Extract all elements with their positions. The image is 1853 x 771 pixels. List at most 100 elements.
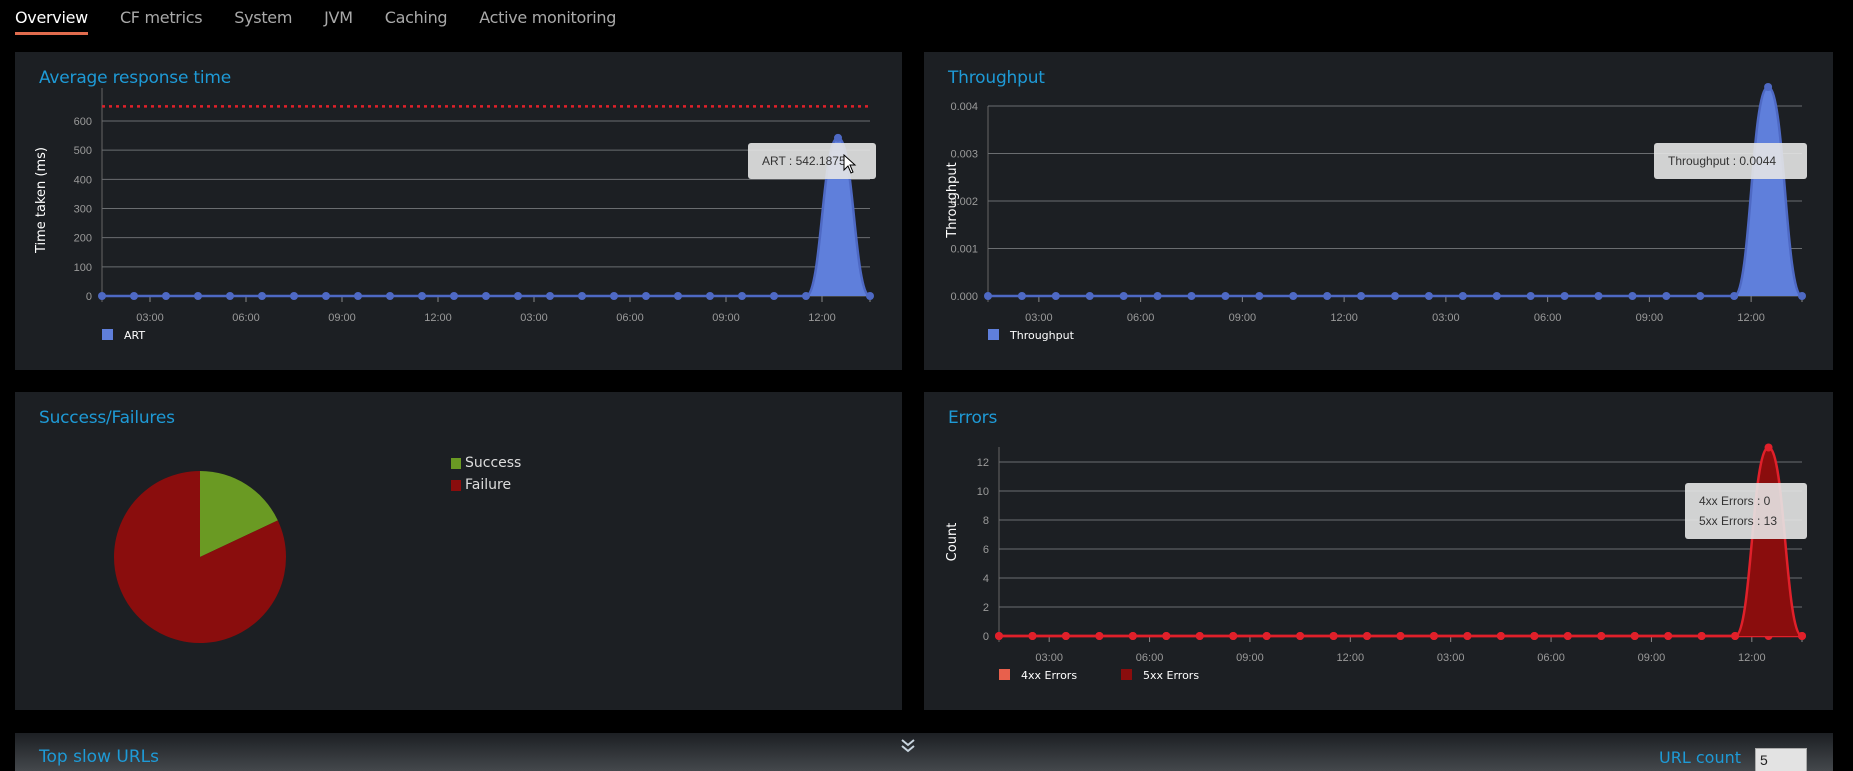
legend-label-success: Success xyxy=(465,455,522,471)
throughput-point xyxy=(1153,292,1162,300)
throughput-point xyxy=(1391,292,1399,300)
x-tick-label: 09:00 xyxy=(328,312,356,324)
art-point xyxy=(738,292,746,300)
legend-label-throughput: Throughput xyxy=(1009,329,1075,342)
5xx-errors-point xyxy=(1563,632,1572,640)
art-point xyxy=(258,292,266,300)
legend-label-4xx-errors: 4xx Errors xyxy=(1021,669,1077,682)
5xx-errors-point xyxy=(1731,632,1740,640)
throughput-point xyxy=(1051,292,1060,300)
5xx-errors-point xyxy=(1463,632,1472,640)
y-axis-title: Throughput xyxy=(945,162,960,239)
legend-item-failure[interactable]: Failure xyxy=(451,474,521,496)
y-tick-label: 0.004 xyxy=(950,101,978,113)
x-tick-label: 09:00 xyxy=(1236,652,1264,664)
x-tick-label: 03:00 xyxy=(1437,652,1465,664)
x-tick-label: 06:00 xyxy=(1537,652,1565,664)
y-tick-label: 2 xyxy=(983,602,989,614)
5xx-errors-point xyxy=(1095,632,1104,640)
art-point xyxy=(482,292,490,300)
errors-panel: Errors 0 2 4 6 8 10 12 03:00 06:00 09:00 12:00 03:0… xyxy=(924,392,1833,710)
5xx-errors-point xyxy=(1329,632,1338,640)
x-tick-label: 03:00 xyxy=(1035,652,1063,664)
y-tick-label: 500 xyxy=(74,145,92,157)
x-tick-label: 09:00 xyxy=(1636,312,1664,324)
y-tick-label: 100 xyxy=(74,262,92,274)
5xx-errors-point xyxy=(1028,632,1037,640)
url-count-input[interactable] xyxy=(1755,748,1807,771)
5xx-errors-point xyxy=(995,632,1003,640)
tab-jvm[interactable]: JVM xyxy=(324,0,353,36)
throughput-point xyxy=(1357,292,1366,300)
tab-cf-metrics[interactable]: CF metrics xyxy=(120,0,203,36)
5xx-errors-point xyxy=(1597,632,1606,640)
throughput-point xyxy=(984,292,992,300)
art-point xyxy=(834,133,842,142)
legend-swatch-art xyxy=(102,329,113,340)
legend-swatch-5xx-errors xyxy=(1121,669,1132,680)
x-tick-label: 03:00 xyxy=(1025,312,1053,324)
tab-system[interactable]: System xyxy=(234,0,292,36)
errors-tooltip: 4xx Errors : 0 5xx Errors : 13 xyxy=(1685,483,1807,539)
throughput-area xyxy=(988,87,1802,296)
art-point xyxy=(866,292,874,300)
x-tick-label: 06:00 xyxy=(1534,312,1562,324)
art-point xyxy=(450,292,458,300)
x-tick-label: 06:00 xyxy=(1136,652,1164,664)
art-point xyxy=(514,292,522,300)
x-tick-label: 03:00 xyxy=(136,312,164,324)
5xx-errors-point xyxy=(1496,632,1505,640)
success-swatch xyxy=(451,457,461,469)
y-tick-label: 600 xyxy=(74,116,92,128)
throughput-point xyxy=(1628,292,1637,300)
throughput-point xyxy=(1798,292,1806,300)
x-tick-label: 06:00 xyxy=(232,312,260,324)
url-count-label: URL count xyxy=(1659,748,1741,767)
5xx-errors-point xyxy=(1128,632,1137,640)
mouse-cursor-icon xyxy=(843,154,857,174)
x-tick-label: 09:00 xyxy=(1638,652,1666,664)
success-failures-pie xyxy=(113,471,286,643)
y-tick-label: 300 xyxy=(74,204,92,216)
throughput-tooltip: Throughput : 0.0044 xyxy=(1654,143,1807,179)
double-chevron-down-icon[interactable] xyxy=(899,738,917,754)
throughput-point xyxy=(1492,292,1501,300)
x-tick-label: 12:00 xyxy=(808,312,836,324)
y-tick-label: 400 xyxy=(74,174,92,186)
legend-label-5xx-errors: 5xx Errors xyxy=(1143,669,1199,682)
x-tick-label: 12:00 xyxy=(1738,652,1766,664)
art-point xyxy=(642,292,650,300)
top-slow-urls-title: Top slow URLs xyxy=(39,747,159,767)
art-point xyxy=(770,292,778,300)
y-tick-label: 0 xyxy=(86,291,92,303)
throughput-point xyxy=(1323,292,1332,300)
art-point xyxy=(322,292,330,300)
throughput-line xyxy=(988,85,1804,298)
legend-label-art: ART xyxy=(124,329,145,342)
throughput-point xyxy=(1458,292,1467,300)
tab-active-monitoring[interactable]: Active monitoring xyxy=(479,0,616,36)
x-tick-label: 03:00 xyxy=(1432,312,1460,324)
x-tick-label: 06:00 xyxy=(1127,312,1155,324)
5xx-errors-point xyxy=(1697,632,1706,640)
errors-tooltip-4xx: 4xx Errors : 0 xyxy=(1699,494,1771,508)
5xx-errors-point xyxy=(1630,632,1639,640)
errors-tooltip-5xx: 5xx Errors : 13 xyxy=(1699,514,1778,528)
throughput-point xyxy=(1662,292,1671,300)
legend-label-failure: Failure xyxy=(465,477,512,493)
art-point xyxy=(610,292,618,300)
5xx-errors-point xyxy=(1296,632,1305,640)
tab-caching[interactable]: Caching xyxy=(385,0,448,36)
y-tick-label: 0 xyxy=(983,631,989,643)
tab-overview[interactable]: Overview xyxy=(15,0,88,36)
errors-chart: 0 2 4 6 8 10 12 03:00 06:00 09:00 12:00 03:00 06:00 0… xyxy=(945,443,1806,682)
5xx-errors-point xyxy=(1798,632,1806,640)
y-axis-title: Time taken (ms) xyxy=(34,147,49,254)
legend-swatch-throughput xyxy=(988,329,999,340)
art-panel: Average response time 0 100 200 300 400 500 60… xyxy=(15,52,902,370)
5xx-errors-point xyxy=(1764,443,1773,452)
legend-item-success[interactable]: Success xyxy=(451,452,521,474)
y-tick-label: 0.001 xyxy=(950,244,978,256)
throughput-point xyxy=(1696,292,1705,300)
throughput-point xyxy=(1119,292,1128,300)
